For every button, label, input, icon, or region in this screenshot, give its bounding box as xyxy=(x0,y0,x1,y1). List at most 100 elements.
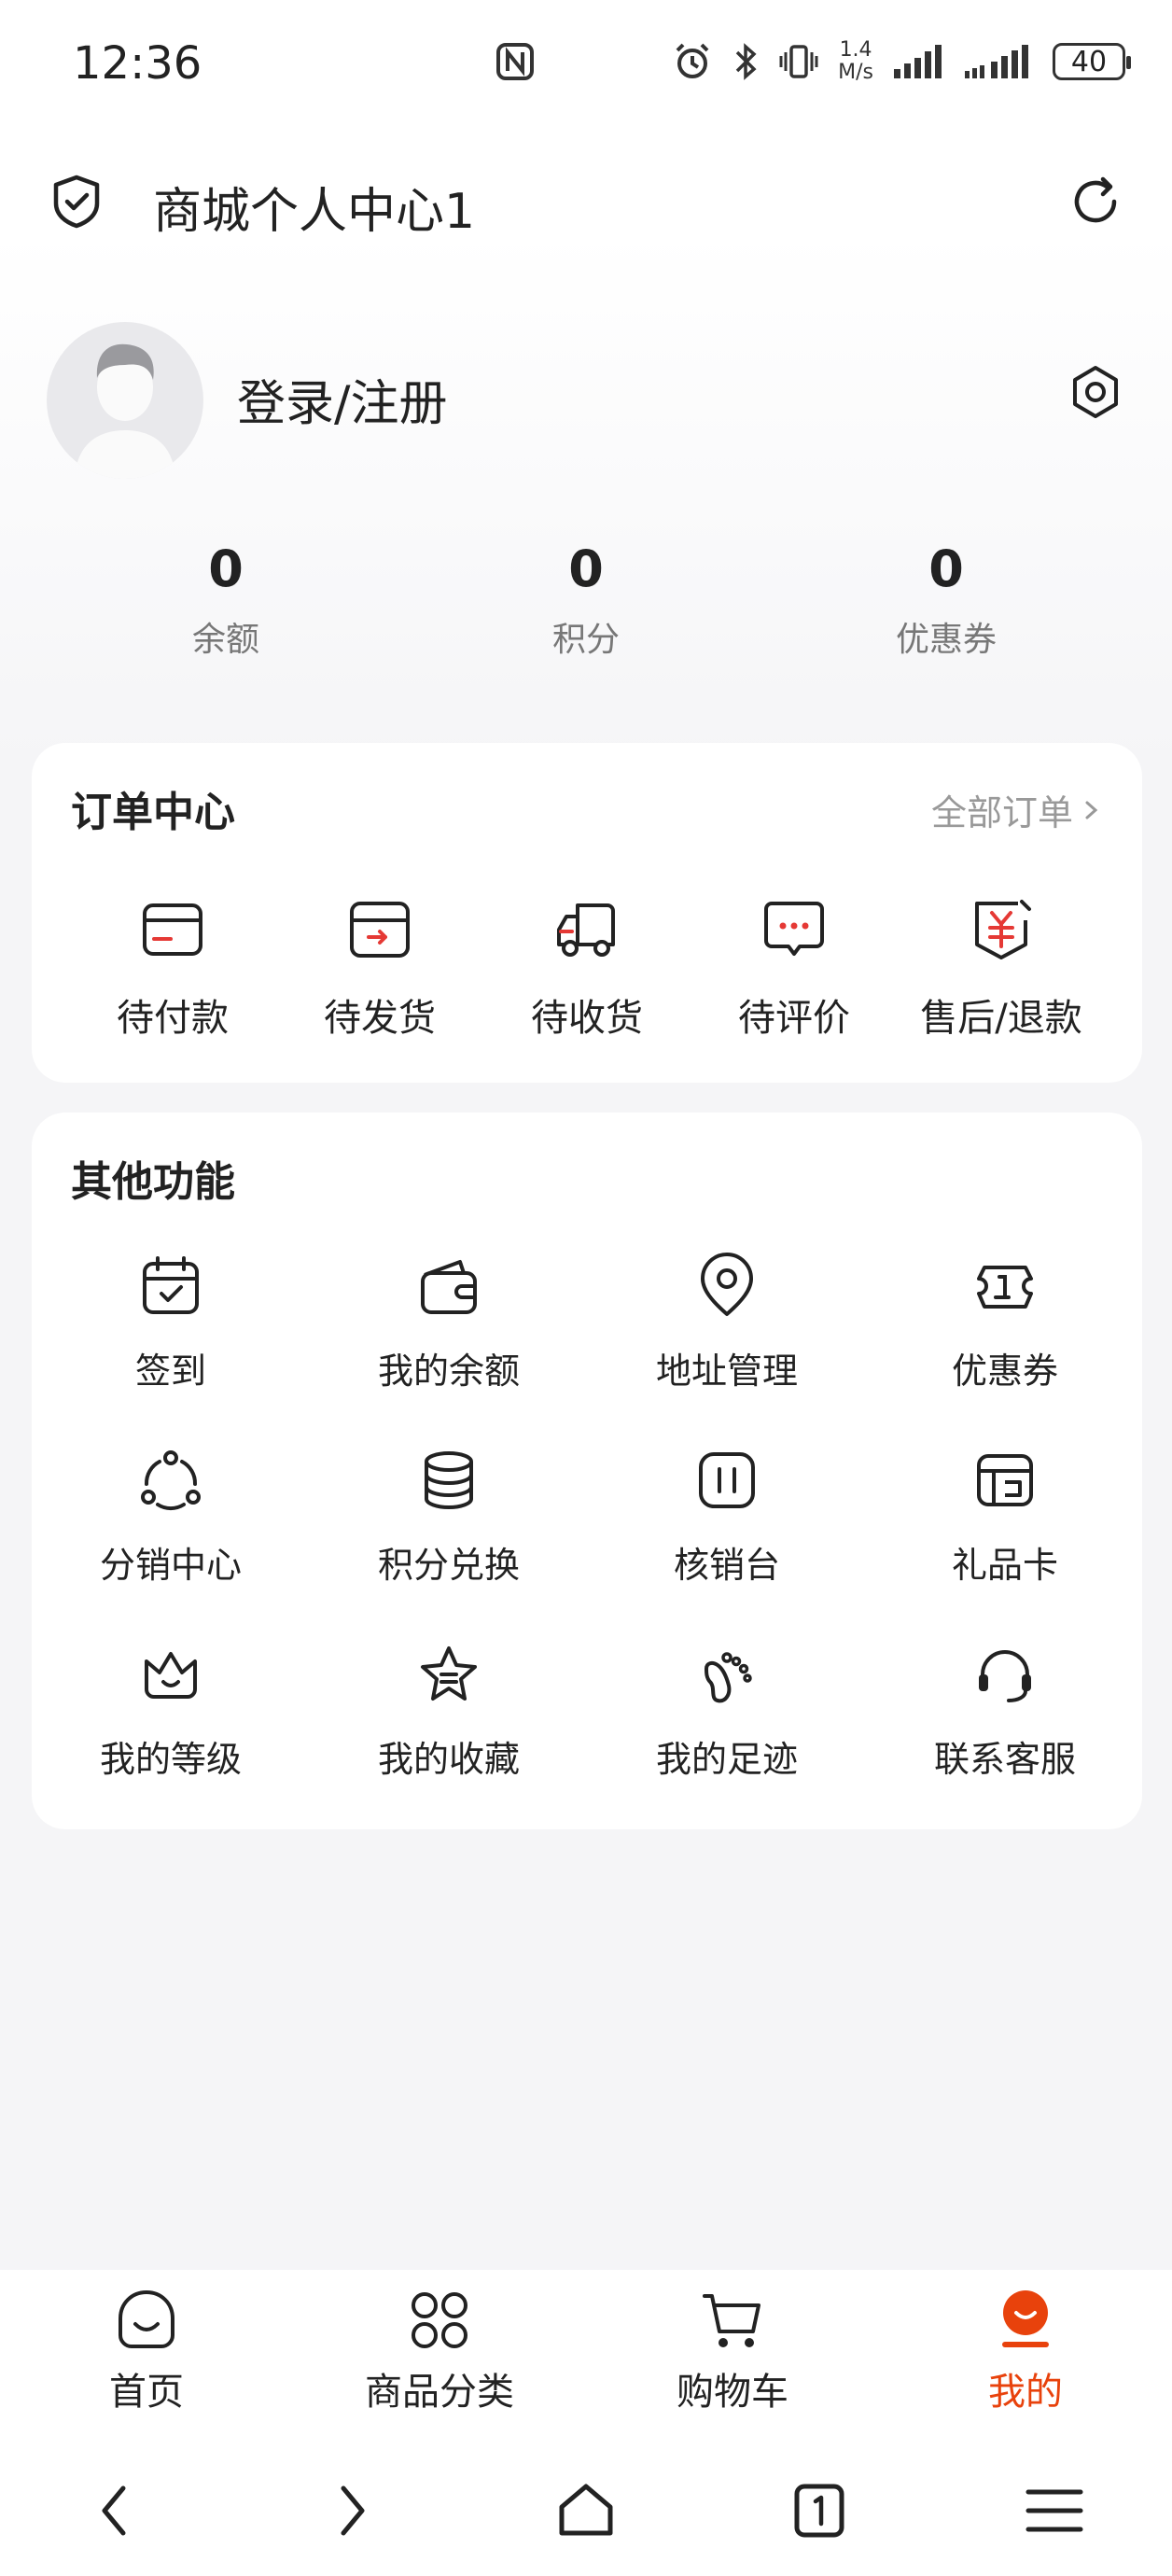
order-item-label: 待收货 xyxy=(531,997,643,1040)
func-label: 联系客服 xyxy=(933,1739,1076,1780)
other-functions-title: 其他功能 xyxy=(71,1158,235,1206)
refund-icon xyxy=(975,900,1031,959)
stat-coupons[interactable]: 0 优惠券 xyxy=(834,532,1058,661)
stat-value: 0 xyxy=(208,539,244,598)
func-my-footprints[interactable]: 我的足迹 xyxy=(588,1641,866,1782)
func-my-level[interactable]: 我的等级 xyxy=(32,1641,310,1782)
order-item-label: 待评价 xyxy=(738,997,850,1040)
signal-icon xyxy=(894,45,942,78)
crown-icon xyxy=(145,1652,197,1699)
func-label: 礼品卡 xyxy=(951,1545,1058,1586)
truck-icon xyxy=(557,903,615,957)
stat-points[interactable]: 0 积分 xyxy=(474,532,698,661)
bottom-tab-bar: 首页 商品分类 购物车 我的 xyxy=(0,2270,1172,2436)
settings-icon[interactable] xyxy=(1066,362,1125,422)
comment-icon xyxy=(764,902,824,956)
refresh-icon[interactable] xyxy=(1066,172,1125,231)
func-label: 核销台 xyxy=(673,1545,780,1586)
tab-label: 首页 xyxy=(109,2371,184,2414)
tab-label: 购物车 xyxy=(677,2371,788,2414)
tab-profile[interactable]: 我的 xyxy=(879,2287,1172,2415)
status-bar: 12:36 1.4 M/s 40 xyxy=(0,0,1172,131)
nfc-icon xyxy=(496,43,534,80)
card-icon xyxy=(143,903,202,956)
status-time: 12:36 xyxy=(73,37,202,90)
func-label: 分销中心 xyxy=(99,1545,242,1586)
login-register-link[interactable]: 登录/注册 xyxy=(237,364,448,434)
stat-balance[interactable]: 0 余额 xyxy=(114,532,338,661)
net-speed-unit: M/s xyxy=(838,61,873,84)
func-points-exchange[interactable]: 积分兑换 xyxy=(310,1447,588,1588)
stat-label: 优惠券 xyxy=(895,621,997,659)
tab-home[interactable]: 首页 xyxy=(0,2287,293,2415)
order-after-sales[interactable]: 售后/退款 xyxy=(898,892,1105,1042)
system-nav-bar xyxy=(0,2436,1172,2576)
func-verify-desk[interactable]: 核销台 xyxy=(588,1447,866,1588)
order-pending-payment[interactable]: 待付款 xyxy=(69,892,276,1042)
func-label: 我的足迹 xyxy=(655,1739,798,1780)
vibrate-icon xyxy=(779,45,818,78)
func-my-balance[interactable]: 我的余额 xyxy=(310,1253,588,1393)
default-avatar-icon xyxy=(75,343,175,479)
ticket-icon xyxy=(977,1266,1033,1309)
gift-card-icon xyxy=(977,1454,1033,1506)
wallet-icon xyxy=(421,1260,477,1314)
order-item-label: 待发货 xyxy=(324,997,436,1040)
order-pending-shipment[interactable]: 待发货 xyxy=(276,892,483,1042)
menu-icon[interactable] xyxy=(1017,2473,1092,2548)
all-orders-label: 全部订单 xyxy=(930,792,1073,833)
tab-label: 我的 xyxy=(988,2371,1063,2414)
calendar-check-icon xyxy=(143,1256,199,1314)
home-smile-icon xyxy=(119,2289,174,2348)
forward-icon[interactable] xyxy=(314,2473,388,2548)
alarm-icon xyxy=(676,43,709,78)
page-title: 商城个人中心1 xyxy=(153,184,476,240)
func-label: 地址管理 xyxy=(655,1351,798,1392)
account-stats: 0 余额 0 积分 0 优惠券 xyxy=(0,532,1172,672)
all-orders-link[interactable]: 全部订单 xyxy=(931,784,1103,835)
func-distribution[interactable]: 分销中心 xyxy=(32,1447,310,1588)
avatar[interactable] xyxy=(47,322,203,479)
order-pending-review[interactable]: 待评价 xyxy=(691,892,898,1042)
app-header: 商城个人中心1 xyxy=(0,159,1172,243)
stat-label: 余额 xyxy=(191,621,259,659)
tab-categories[interactable]: 商品分类 xyxy=(293,2287,586,2415)
headset-icon xyxy=(979,1650,1031,1702)
order-item-label: 售后/退款 xyxy=(920,997,1082,1040)
func-label: 我的等级 xyxy=(99,1739,242,1780)
func-customer-service[interactable]: 联系客服 xyxy=(866,1641,1144,1782)
tab-cart[interactable]: 购物车 xyxy=(586,2287,879,2415)
database-icon xyxy=(425,1451,473,1510)
chevron-right-icon xyxy=(1085,801,1098,819)
func-address[interactable]: 地址管理 xyxy=(588,1253,866,1393)
star-icon xyxy=(421,1646,477,1701)
func-label: 我的余额 xyxy=(377,1351,520,1392)
net-speed-value: 1.4 xyxy=(839,38,872,62)
bluetooth-icon xyxy=(735,43,757,80)
stat-value: 0 xyxy=(928,539,964,598)
func-my-favorites[interactable]: 我的收藏 xyxy=(310,1641,588,1782)
cart-icon xyxy=(703,2294,760,2347)
func-sign-in[interactable]: 签到 xyxy=(32,1253,310,1393)
stat-label: 积分 xyxy=(551,621,620,659)
home-icon[interactable] xyxy=(549,2473,623,2548)
back-icon[interactable] xyxy=(78,2473,153,2548)
verify-icon xyxy=(699,1452,755,1508)
order-item-label: 待付款 xyxy=(117,997,229,1040)
tabs-icon[interactable] xyxy=(782,2473,857,2548)
func-gift-card[interactable]: 礼品卡 xyxy=(866,1447,1144,1588)
func-label: 我的收藏 xyxy=(377,1739,520,1780)
order-center-card: 订单中心 全部订单 待付款 待发货 待收货 待评价 售后/退款 xyxy=(32,743,1142,1083)
func-label: 积分兑换 xyxy=(377,1545,520,1586)
func-coupons[interactable]: 优惠券 xyxy=(866,1253,1144,1393)
category-icon xyxy=(412,2292,467,2348)
stat-value: 0 xyxy=(568,539,604,598)
shield-check-icon[interactable] xyxy=(47,172,106,231)
func-label: 优惠券 xyxy=(951,1351,1058,1392)
func-label: 签到 xyxy=(134,1351,206,1392)
signal-2-icon xyxy=(965,45,1028,78)
battery-indicator: 40 xyxy=(1053,43,1131,80)
box-icon xyxy=(350,902,410,958)
footprint-icon xyxy=(705,1652,752,1703)
order-pending-receipt[interactable]: 待收货 xyxy=(483,892,691,1042)
